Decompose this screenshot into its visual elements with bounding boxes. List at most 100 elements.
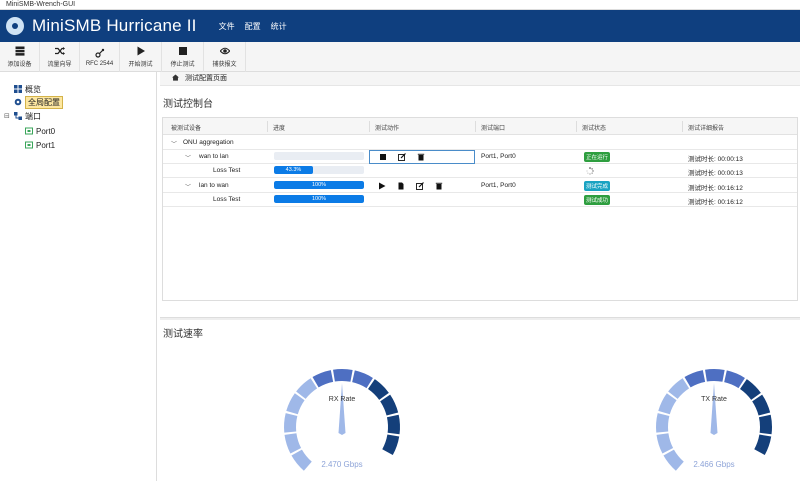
trash-icon[interactable]: [417, 153, 425, 161]
sidebar-item-overview[interactable]: 概览: [14, 83, 41, 95]
add-device-label: 添加设备: [7, 62, 32, 68]
home-icon[interactable]: [172, 74, 179, 81]
group-name: ONU aggregation: [183, 139, 234, 146]
progress-bar: 43.3%: [274, 166, 364, 174]
gauge-segment: [656, 413, 670, 433]
app-title: MiniSMB Hurricane II: [32, 16, 197, 35]
gauge-segment: [656, 433, 674, 454]
gauge-segment: [333, 369, 353, 382]
progress-fill: 43.3%: [274, 166, 313, 174]
sidebar: 概览 全局配置 ⊟ 端口 Port0 Port1: [0, 72, 157, 481]
sidebar-item-port1[interactable]: Port1: [25, 139, 55, 151]
shuffle-icon: [54, 47, 65, 55]
capture-packets-button[interactable]: 捕获报文: [204, 42, 246, 72]
sidebar-global-config-label: 全局配置: [25, 95, 63, 109]
chevron-down-icon[interactable]: ﹀: [185, 182, 191, 191]
play-icon[interactable]: [378, 182, 386, 190]
test-name: lan to wan: [199, 182, 229, 189]
progress-fill: 100%: [274, 181, 364, 189]
stop-test-button[interactable]: 停止测试: [162, 42, 204, 72]
sidebar-port1-label: Port1: [36, 140, 56, 150]
window-titlebar: MiniSMB-Wrench-GUI: [0, 0, 800, 10]
file-icon[interactable]: [397, 182, 405, 190]
trash-icon[interactable]: [435, 182, 443, 190]
top-menu: 文件 配置 统计: [219, 21, 287, 32]
capture-packets-label: 捕获报文: [212, 62, 237, 68]
app-header: MiniSMB Hurricane II 文件 配置 统计: [0, 10, 800, 42]
edit-icon[interactable]: [416, 182, 424, 190]
sidebar-overview-label: 概览: [25, 84, 41, 94]
test-actions: [369, 179, 475, 193]
sidebar-item-global-config[interactable]: 全局配置: [14, 95, 63, 109]
gauge-segment: [754, 434, 772, 456]
loading-spinner-icon: [586, 167, 594, 175]
table-row[interactable]: ﹀ wan to lan Port1, Port0 正在运行 测试时长: 00:…: [163, 150, 797, 164]
col-ports: 测试端口: [481, 126, 506, 132]
test-ports: Port1, Port0: [481, 153, 516, 160]
gauge-segment: [312, 370, 334, 388]
test-console-table: 被测试设备 进度 测试动作 测试端口 测试状态 测试详细报告 ﹀ ONU agg…: [162, 117, 798, 301]
play-icon: [137, 46, 145, 56]
sidebar-port0-label: Port0: [36, 126, 56, 136]
table-row[interactable]: Loss Test 43.3% 测试时长: 00:00:13: [163, 164, 797, 178]
gauge-segment: [758, 414, 772, 435]
tx-rate-label: TX Rate: [701, 396, 727, 403]
traffic-wizard-label: 流量向导: [47, 62, 72, 68]
test-report[interactable]: 测试时长: 00:00:13: [688, 153, 743, 163]
group-row[interactable]: ﹀ ONU aggregation: [163, 136, 797, 150]
stop-icon: [178, 47, 187, 55]
progress-fill: 100%: [274, 195, 364, 203]
stop-icon[interactable]: [379, 153, 387, 161]
chevron-down-icon[interactable]: ﹀: [171, 139, 177, 148]
start-test-button[interactable]: 开始测试: [120, 42, 162, 72]
status-badge: 测试完成: [584, 181, 611, 191]
col-progress: 进度: [273, 126, 286, 132]
col-report: 测试详细报告: [688, 126, 725, 132]
table-row[interactable]: Loss Test 100% 测试成功 测试时长: 00:16:12: [163, 193, 797, 207]
ethernet-port-icon: [25, 141, 33, 149]
test-ports: Port1, Port0: [481, 182, 516, 189]
col-device: 被测试设备: [171, 126, 202, 132]
rfc-icon: [94, 48, 104, 58]
rx-rate-value: 2.470 Gbps: [321, 460, 363, 469]
table-row[interactable]: ﹀ lan to wan 100% Port1, Port0 测试完成 测试时长…: [163, 179, 797, 193]
test-name: Loss Test: [213, 167, 241, 174]
test-actions: [369, 150, 475, 164]
rfc2544-button[interactable]: RFC 2544: [80, 42, 120, 72]
breadcrumb: 测试配置页面: [160, 72, 800, 86]
sidebar-item-ports[interactable]: 端口: [14, 110, 41, 122]
ports-collapse-toggle[interactable]: ⊟: [4, 112, 10, 120]
gauge-needle: [338, 383, 346, 435]
status-badge: 测试成功: [584, 195, 611, 205]
chevron-down-icon[interactable]: ﹀: [185, 153, 191, 162]
sidebar-ports-label: 端口: [25, 111, 41, 121]
test-name: wan to lan: [199, 153, 229, 160]
breadcrumb-current: 测试配置页面: [184, 75, 227, 82]
test-report[interactable]: 测试时长: 00:00:13: [688, 167, 743, 177]
network-icon: [14, 112, 22, 120]
menu-file[interactable]: 文件: [219, 21, 235, 32]
menu-stats[interactable]: 统计: [271, 21, 287, 32]
eye-icon: [219, 47, 230, 55]
gear-icon: [14, 98, 22, 106]
grid-icon: [14, 85, 22, 93]
test-report[interactable]: 测试时长: 00:16:12: [688, 182, 743, 192]
edit-icon[interactable]: [398, 153, 406, 161]
section-divider: [160, 317, 800, 320]
test-report[interactable]: 测试时长: 00:16:12: [688, 196, 743, 206]
window-title: MiniSMB-Wrench-GUI: [6, 1, 76, 8]
menu-config[interactable]: 配置: [245, 21, 261, 32]
app-logo-icon: [6, 17, 24, 35]
col-actions: 测试动作: [375, 126, 400, 132]
gauge-segment: [724, 370, 745, 389]
col-status: 测试状态: [582, 126, 607, 132]
stop-test-label: 停止测试: [170, 62, 195, 68]
sidebar-item-port0[interactable]: Port0: [25, 125, 55, 137]
gauge-segment: [382, 434, 400, 456]
table-header: 被测试设备 进度 测试动作 测试端口 测试状态 测试详细报告: [163, 118, 797, 135]
add-device-button[interactable]: 添加设备: [0, 42, 40, 72]
gauge-segment: [705, 369, 725, 382]
traffic-wizard-button[interactable]: 流量向导: [40, 42, 80, 72]
ethernet-port-icon: [25, 127, 33, 135]
gauge-segment: [380, 394, 399, 416]
